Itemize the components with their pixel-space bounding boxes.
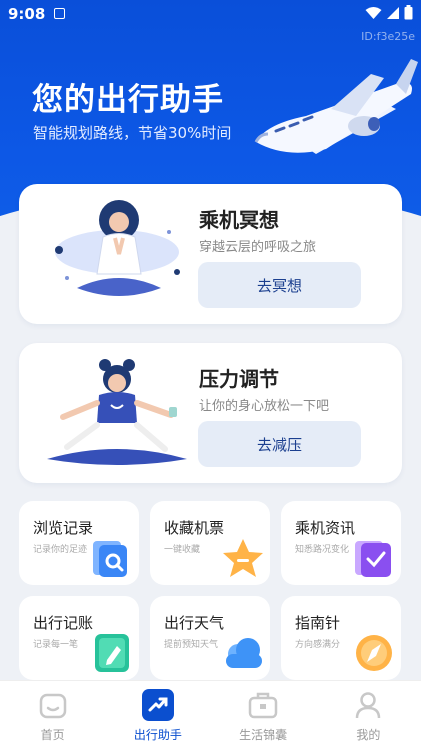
ledger-icon (95, 634, 129, 672)
flight-info-tile[interactable]: 乘机资讯 知悉路况变化 (281, 501, 401, 585)
checklist-icon (355, 541, 391, 577)
system-icons (365, 5, 413, 20)
battery-icon (404, 5, 413, 20)
status-time: 9:08 (8, 5, 46, 23)
tab-home[interactable]: 首页 (0, 681, 105, 748)
tile-title: 指南针 (295, 614, 341, 632)
compass-icon (356, 635, 392, 671)
notification-app-icon (54, 8, 65, 19)
hero-subtitle: 智能规划路线，节省30%时间 (33, 124, 232, 142)
hero-title: 您的出行助手 (32, 82, 224, 118)
briefcase-icon (248, 692, 278, 719)
feature-grid: 浏览记录 记录你的足迹 收藏机票 一键收藏 乘机资讯 知悉路况变化 出行记账 记… (19, 501, 402, 680)
browse-history-tile[interactable]: 浏览记录 记录你的足迹 (19, 501, 139, 585)
card-title: 乘机冥想 (199, 208, 279, 232)
tile-title: 出行天气 (164, 614, 225, 632)
wifi-icon (365, 6, 382, 19)
tile-title: 乘机资讯 (295, 519, 356, 537)
tile-title: 出行记账 (33, 614, 94, 632)
meditation-card[interactable]: 乘机冥想 穿越云层的呼吸之旅 去冥想 (19, 184, 402, 324)
tab-label: 我的 (356, 728, 381, 742)
compass-tile[interactable]: 指南针 方向感满分 (281, 596, 401, 680)
tab-label: 首页 (40, 728, 65, 742)
tile-title: 收藏机票 (164, 519, 225, 537)
tab-travel-assistant[interactable]: 出行助手 (105, 681, 210, 748)
trend-icon (148, 697, 168, 712)
meditate-button[interactable]: 去冥想 (198, 262, 361, 308)
card-title: 压力调节 (199, 367, 279, 391)
airplane-illustration (254, 59, 418, 154)
history-icon (93, 541, 127, 577)
signal-icon (387, 6, 399, 19)
stress-relief-card[interactable]: 压力调节 让你的身心放松一下吧 去减压 (19, 343, 402, 483)
tab-label: 生活锦囊 (239, 728, 288, 742)
home-icon (39, 693, 66, 719)
bottom-tab-bar: 首页 出行助手 生活锦囊 我的 (0, 680, 421, 748)
card-desc: 让你的身心放松一下吧 (199, 399, 330, 414)
id-tag: ID:f3e25e (361, 30, 415, 43)
star-icon (223, 539, 263, 577)
tab-life-tips[interactable]: 生活锦囊 (211, 681, 316, 748)
tab-label: 出行助手 (133, 728, 182, 742)
tab-profile[interactable]: 我的 (316, 681, 421, 748)
travel-ledger-tile[interactable]: 出行记账 记录每一笔 (19, 596, 139, 680)
saved-tickets-tile[interactable]: 收藏机票 一键收藏 (150, 501, 270, 585)
destress-button[interactable]: 去减压 (198, 421, 361, 467)
card-desc: 穿越云层的呼吸之旅 (199, 240, 317, 255)
status-bar: 9:08 (0, 0, 421, 28)
cloud-icon (226, 638, 262, 668)
meditation-illustration (55, 200, 180, 296)
tile-title: 浏览记录 (33, 519, 94, 537)
travel-weather-tile[interactable]: 出行天气 提前预知天气 (150, 596, 270, 680)
stress-relief-illustration (47, 359, 187, 465)
profile-icon (356, 692, 381, 719)
